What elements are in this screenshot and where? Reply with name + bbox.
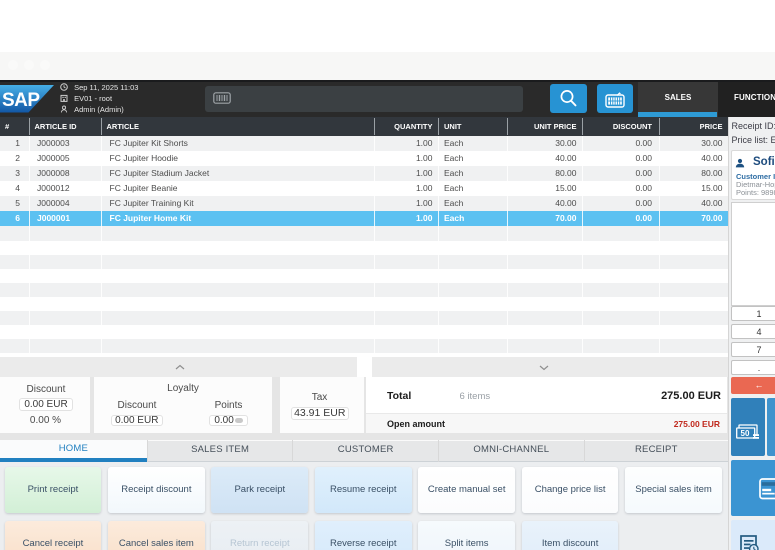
svg-text:50: 50 xyxy=(741,429,750,438)
svg-text:SAP: SAP xyxy=(2,90,40,111)
